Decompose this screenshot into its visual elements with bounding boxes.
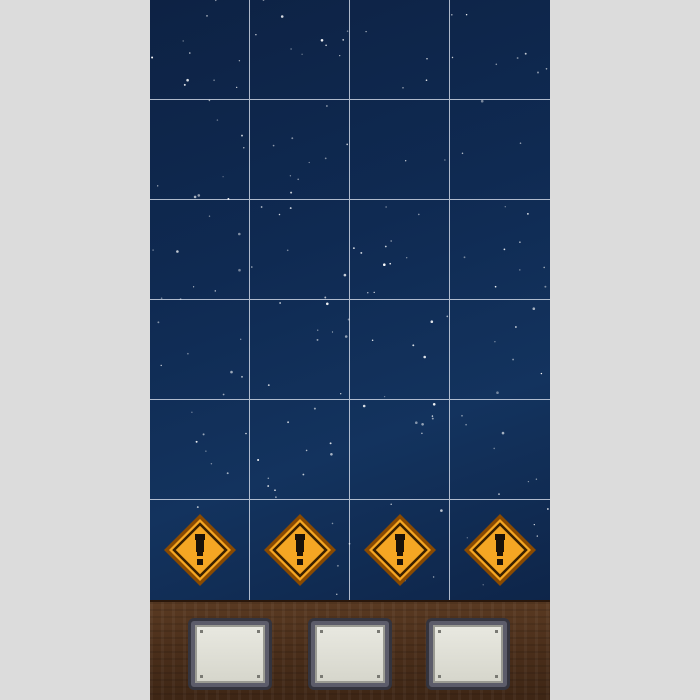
board-cell-r6-c1[interactable] xyxy=(150,500,250,600)
board-cell-r6-c2[interactable] xyxy=(250,500,350,600)
wooden-tray xyxy=(150,600,550,700)
warning-exclamation-icon xyxy=(363,514,436,586)
board-cell-r5-c4[interactable] xyxy=(450,400,550,500)
tray-slot-1[interactable] xyxy=(188,618,272,690)
board-cell-r1-c2[interactable] xyxy=(250,0,350,100)
board-cell-r4-c1[interactable] xyxy=(150,300,250,400)
board-cell-r5-c2[interactable] xyxy=(250,400,350,500)
board-cell-r6-c3[interactable] xyxy=(350,500,450,600)
board-cell-r3-c3[interactable] xyxy=(350,200,450,300)
board-cell-r1-c4[interactable] xyxy=(450,0,550,100)
board-cell-r3-c4[interactable] xyxy=(450,200,550,300)
tray-slot-3-face xyxy=(433,625,503,683)
board-cell-r3-c1[interactable] xyxy=(150,200,250,300)
board-cell-r4-c4[interactable] xyxy=(450,300,550,400)
board-cell-r1-c3[interactable] xyxy=(350,0,450,100)
board-cell-r2-c2[interactable] xyxy=(250,100,350,200)
board-grid xyxy=(150,0,550,600)
board-cell-r4-c2[interactable] xyxy=(250,300,350,400)
warning-exclamation-icon xyxy=(464,514,536,586)
board-cell-r3-c2[interactable] xyxy=(250,200,350,300)
warning-exclamation-icon xyxy=(263,514,336,586)
tray-slot-2[interactable] xyxy=(308,618,392,690)
board-cell-r5-c1[interactable] xyxy=(150,400,250,500)
game-area xyxy=(150,0,550,700)
tray-slot-1-face xyxy=(195,625,265,683)
board-cell-r6-c4[interactable] xyxy=(450,500,550,600)
board-cell-r5-c3[interactable] xyxy=(350,400,450,500)
warning-exclamation-icon xyxy=(163,514,236,586)
tray-slot-3[interactable] xyxy=(426,618,510,690)
board-cell-r2-c1[interactable] xyxy=(150,100,250,200)
tray-slot-2-face xyxy=(315,625,385,683)
board-cell-r2-c4[interactable] xyxy=(450,100,550,200)
board-cell-r1-c1[interactable] xyxy=(150,0,250,100)
board-cell-r2-c3[interactable] xyxy=(350,100,450,200)
board-cell-r4-c3[interactable] xyxy=(350,300,450,400)
